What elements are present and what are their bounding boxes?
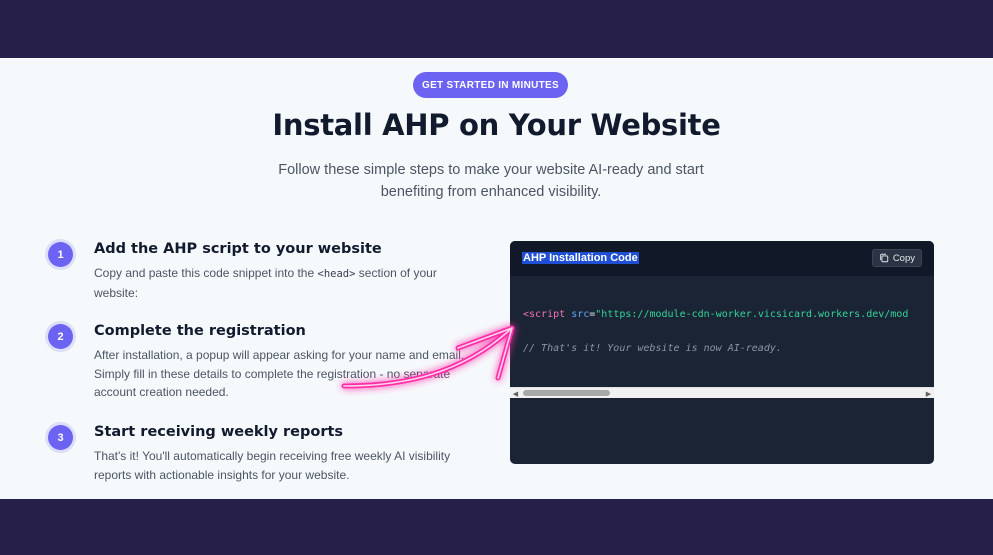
page-title: Install AHP on Your Website (272, 108, 721, 142)
code-card-title[interactable]: AHP Installation Code (522, 252, 639, 264)
pointer-arrow-icon (341, 325, 515, 389)
scroll-right-arrow-icon[interactable]: ▶ (923, 388, 934, 399)
copy-button-label: Copy (892, 252, 915, 264)
step-description: Copy and paste this code snippet into th… (94, 266, 437, 300)
step-title: Complete the registration (94, 323, 306, 339)
step-number-badge: 1 (48, 242, 73, 267)
code-card-header: AHP Installation Code Copy (510, 241, 934, 276)
horizontal-scrollbar[interactable]: ◀ ▶ (510, 387, 934, 398)
page-subtitle: Follow these simple steps to make your w… (278, 162, 704, 200)
step-title: Start receiving weekly reports (94, 424, 344, 440)
get-started-badge: GET STARTED IN MINUTES (413, 72, 568, 98)
bottom-dark-band (0, 499, 993, 555)
install-section: GET STARTED IN MINUTES Install AHP on Yo… (0, 58, 993, 499)
copy-icon (880, 253, 889, 263)
step-number-badge: 2 (48, 324, 73, 349)
code-line-comment[interactable]: // That's it! Your website is now AI-rea… (523, 343, 782, 354)
copy-button[interactable]: Copy (871, 249, 922, 267)
installation-code-card: AHP Installation Code Copy <script src="… (510, 241, 934, 464)
step-description: That's it! You'll automatically begin re… (94, 449, 451, 482)
code-line-script[interactable]: <script src="https://module-cdn-worker.v… (523, 309, 908, 320)
step-number-badge: 3 (48, 425, 73, 450)
head-tag-code: <head> (317, 268, 356, 280)
step-title: Add the AHP script to your website (94, 241, 382, 257)
top-dark-band (0, 0, 993, 58)
scrollbar-thumb[interactable] (523, 390, 610, 396)
